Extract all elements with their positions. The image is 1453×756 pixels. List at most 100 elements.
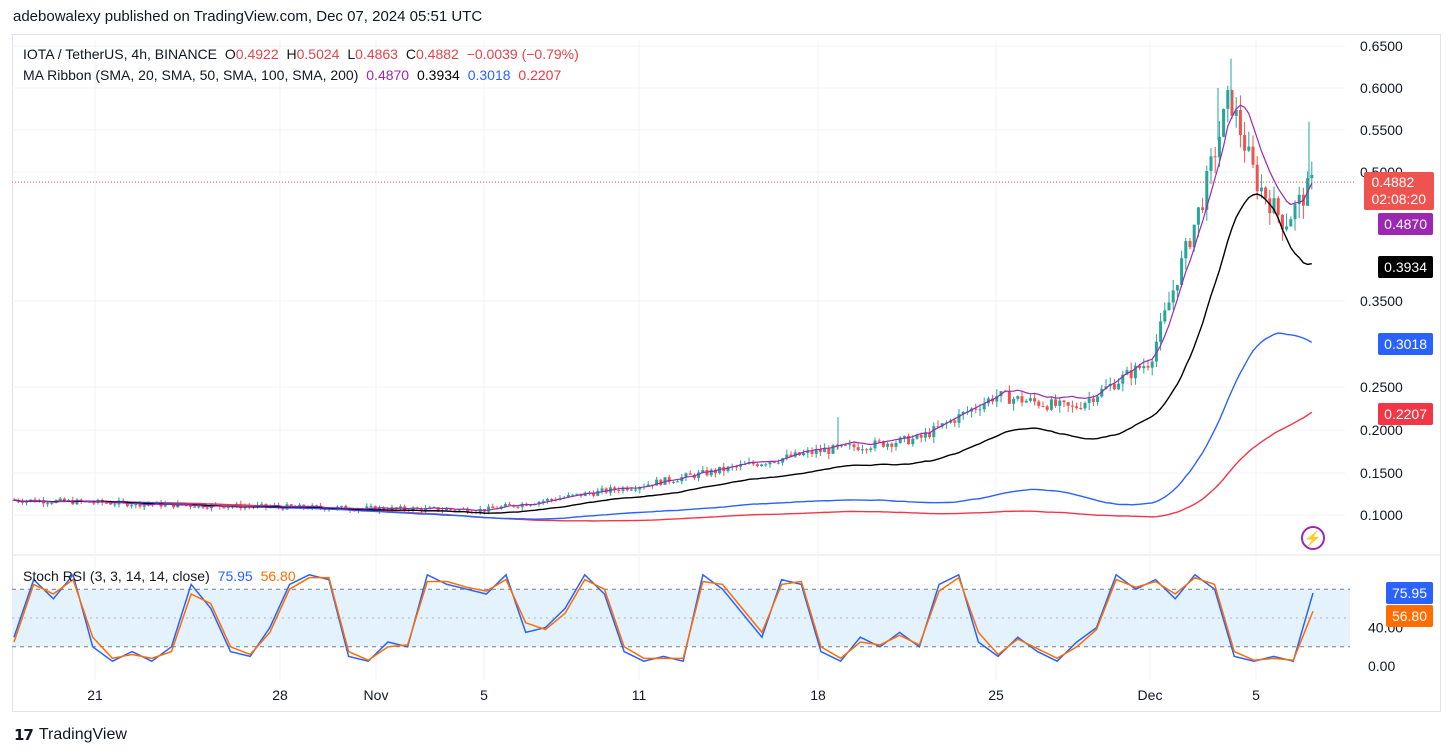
symbol-legend[interactable]: IOTA / TetherUS, 4h, BINANCE O0.4922 H0.… — [23, 46, 583, 62]
stoch-d-badge: 56.80 — [1385, 605, 1433, 627]
stoch-d-value: 56.80 — [260, 568, 296, 584]
candle-body — [810, 450, 814, 454]
close-value: 0.4882 — [415, 46, 459, 62]
candle-body — [1062, 400, 1066, 403]
sma100-line — [13, 332, 1313, 520]
stoch-rsi-title: Stoch RSI (3, 3, 14, 14, close) — [23, 568, 210, 584]
candle-body — [1175, 285, 1179, 291]
candle-body — [772, 462, 776, 464]
candle-body — [764, 464, 768, 466]
candle-body — [1066, 402, 1070, 406]
ma100-value: 0.3018 — [467, 67, 511, 83]
candle-body — [1310, 174, 1314, 179]
chart-canvas[interactable]: 0.65000.60000.55000.50000.35000.25000.20… — [0, 0, 1453, 756]
high-label: H — [286, 46, 297, 62]
candle-body — [629, 489, 633, 491]
candle-body — [1079, 408, 1083, 410]
candle-body — [1037, 401, 1041, 406]
candle-body — [1096, 396, 1100, 403]
candle-body — [902, 435, 906, 438]
ma20-value: 0.4870 — [366, 67, 410, 83]
candle-body — [1054, 399, 1058, 406]
candle-body — [1007, 391, 1011, 404]
candle-body — [491, 506, 495, 509]
candle-body — [1243, 135, 1247, 151]
tradingview-logo[interactable]: 𝟭𝟳 TradingView — [14, 726, 127, 744]
last-price-badge: 0.4882 02:08:20 — [1363, 172, 1434, 210]
candle-body — [260, 503, 264, 505]
price-tick-label: 0.6000 — [1360, 80, 1403, 96]
candle-body — [508, 504, 512, 506]
price-tick-label: 0.2500 — [1360, 379, 1403, 395]
candle-body — [1171, 290, 1175, 303]
candle-body — [130, 505, 134, 507]
candle-body — [860, 449, 864, 451]
candle-body — [886, 443, 890, 447]
candle-body — [911, 438, 915, 445]
candle-body — [1276, 198, 1280, 215]
candle-body — [575, 493, 579, 495]
candle-body — [1238, 109, 1242, 136]
date-tick-label: 5 — [1252, 687, 1260, 703]
candle-body — [856, 447, 860, 451]
candle-body — [1285, 226, 1289, 230]
candle-body — [865, 449, 869, 451]
candle-body — [1070, 405, 1074, 407]
candle-body — [340, 505, 344, 507]
candle-body — [516, 506, 520, 508]
date-tick-label: Nov — [364, 687, 389, 703]
candle-body — [1058, 400, 1062, 406]
candle-body — [760, 464, 764, 467]
price-tick-label: 0.6500 — [1360, 38, 1403, 54]
stoch-k-value: 75.95 — [217, 568, 253, 584]
candle-body — [1020, 396, 1024, 403]
candle-body — [1146, 366, 1150, 368]
high-value: 0.5024 — [296, 46, 340, 62]
candle-body — [369, 506, 373, 508]
low-value: 0.4863 — [355, 46, 398, 62]
candle-body — [58, 498, 62, 501]
candle-body — [1196, 207, 1200, 225]
candle-body — [1289, 219, 1293, 227]
candle-body — [445, 508, 449, 511]
bar-countdown: 02:08:20 — [1371, 191, 1427, 207]
candle-body — [978, 409, 982, 411]
candle-body — [487, 506, 491, 512]
ma200-value: 0.2207 — [518, 67, 562, 83]
date-tick-label: 25 — [988, 687, 1004, 703]
ma50-badge: 0.3934 — [1378, 256, 1433, 278]
candle-body — [1033, 398, 1037, 402]
stoch-rsi-legend[interactable]: Stoch RSI (3, 3, 14, 14, close) 75.95 56… — [23, 568, 300, 584]
change-value: −0.0039 (−0.79%) — [466, 46, 579, 62]
ma20-badge: 0.4870 — [1378, 213, 1433, 235]
candle-body — [550, 498, 554, 500]
candle-body — [1112, 383, 1116, 390]
ma200-badge: 0.2207 — [1378, 403, 1433, 425]
candle-body — [46, 503, 50, 505]
open-value: 0.4922 — [235, 46, 279, 62]
candle-body — [1028, 398, 1032, 401]
candle-body — [92, 502, 96, 504]
candle-body — [1150, 361, 1154, 368]
candle-body — [1083, 402, 1087, 409]
candle-body — [776, 462, 780, 464]
ma-ribbon-legend[interactable]: MA Ribbon (SMA, 20, SMA, 50, SMA, 100, S… — [23, 67, 565, 83]
candle-body — [104, 502, 108, 504]
candle-body — [1091, 398, 1095, 403]
candle-body — [571, 494, 575, 496]
candle-body — [709, 469, 713, 476]
date-tick-label: 18 — [810, 687, 826, 703]
candle-body — [1188, 241, 1192, 248]
candle-body — [877, 440, 881, 442]
lightning-icon[interactable]: ⚡ — [1301, 526, 1325, 550]
candle-body — [113, 504, 117, 506]
candle-body — [634, 489, 638, 491]
price-tick-label: 0.1500 — [1360, 465, 1403, 481]
sma50-line — [13, 193, 1312, 514]
candle-body — [890, 443, 894, 447]
ma50-value: 0.3934 — [416, 67, 460, 83]
candle-body — [1251, 146, 1255, 165]
candle-body — [541, 500, 545, 502]
candle-body — [1226, 90, 1230, 109]
candle-body — [1264, 187, 1268, 199]
